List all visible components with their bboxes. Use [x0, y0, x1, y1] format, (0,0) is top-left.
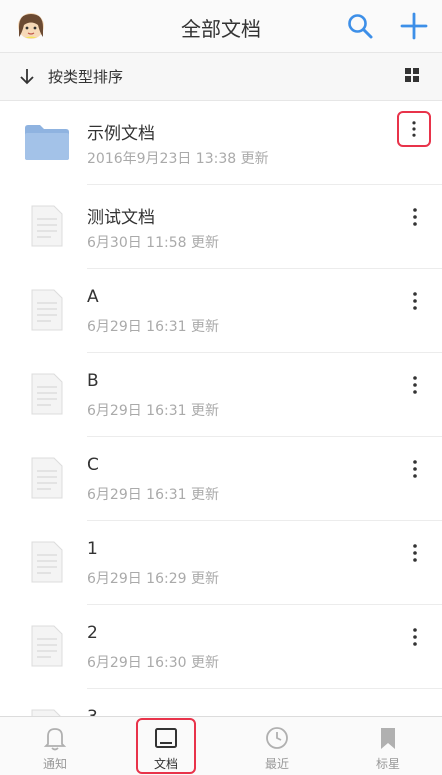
item-name: B — [87, 371, 99, 391]
document-icon — [31, 373, 63, 415]
tab-label: 标星 — [375, 757, 400, 771]
item-name: A — [87, 287, 99, 307]
tab-recent[interactable]: 最近 — [222, 717, 332, 775]
grid-view-icon[interactable] — [404, 67, 420, 83]
sort-bar[interactable]: 按类型排序 — [0, 53, 442, 101]
more-options-icon[interactable] — [400, 371, 430, 399]
item-updated-time: 6月29日 16:31 更新 — [87, 319, 219, 335]
clock-icon — [266, 727, 288, 749]
document-row[interactable]: A 6月29日 16:31 更新 — [0, 269, 442, 353]
active-tab-highlight — [136, 718, 196, 774]
more-options-icon[interactable] — [400, 623, 430, 651]
plus-icon[interactable] — [399, 11, 429, 41]
document-row[interactable]: B 6月29日 16:31 更新 — [0, 353, 442, 437]
top-bar: 全部文档 — [0, 0, 442, 53]
document-row[interactable]: C 6月29日 16:31 更新 — [0, 437, 442, 521]
more-options-icon[interactable] — [400, 539, 430, 567]
bookmark-icon — [381, 728, 395, 749]
document-row[interactable]: 测试文档 6月30日 11:58 更新 — [0, 185, 442, 269]
tab-label: 通知 — [42, 757, 67, 771]
more-options-icon[interactable] — [397, 111, 431, 147]
bottom-tab-bar: 通知 文档 最近 标星 — [0, 716, 442, 775]
item-name: 1 — [87, 539, 98, 559]
item-name: 示例文档 — [87, 124, 155, 144]
folder-row[interactable]: 示例文档 2016年9月23日 13:38 更新 — [0, 101, 442, 185]
folder-icon — [25, 125, 69, 160]
document-icon — [31, 541, 63, 583]
document-row[interactable]: 2 6月29日 16:30 更新 — [0, 605, 442, 689]
item-updated-time: 6月30日 11:58 更新 — [87, 235, 219, 251]
tab-starred[interactable]: 标星 — [333, 717, 442, 775]
tab-label: 最近 — [264, 757, 289, 771]
document-icon — [31, 457, 63, 499]
more-options-icon[interactable] — [400, 287, 430, 315]
search-icon[interactable] — [346, 12, 374, 40]
tab-notifications[interactable]: 通知 — [0, 717, 110, 775]
item-updated-time: 2016年9月23日 13:38 更新 — [87, 151, 269, 167]
more-options-icon[interactable] — [400, 455, 430, 483]
item-updated-time: 6月29日 16:29 更新 — [87, 571, 219, 587]
arrow-down-icon — [20, 69, 34, 85]
page-title: 全部文档 — [181, 17, 261, 41]
document-icon — [31, 205, 63, 247]
document-row[interactable]: 1 6月29日 16:29 更新 — [0, 521, 442, 605]
more-options-icon[interactable] — [400, 203, 430, 231]
document-icon — [31, 289, 63, 331]
item-updated-time: 6月29日 16:30 更新 — [87, 655, 219, 671]
item-name: C — [87, 455, 99, 475]
bell-icon — [43, 728, 67, 751]
sort-label: 按类型排序 — [48, 68, 124, 86]
item-updated-time: 6月29日 16:31 更新 — [87, 403, 219, 419]
item-name: 测试文档 — [87, 208, 155, 228]
document-icon — [31, 625, 63, 667]
item-name: 2 — [87, 623, 98, 643]
item-updated-time: 6月29日 16:31 更新 — [87, 487, 219, 503]
